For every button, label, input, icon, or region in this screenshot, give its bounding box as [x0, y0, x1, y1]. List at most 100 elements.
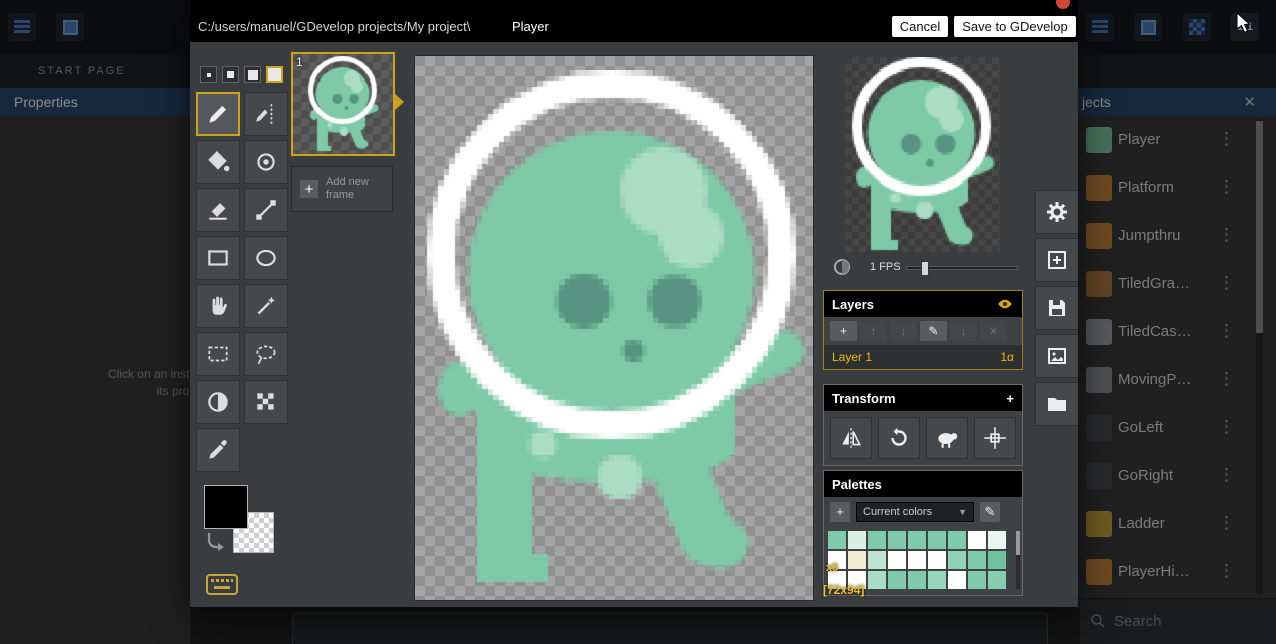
rotate-tool[interactable] [878, 417, 920, 459]
palette-swatch[interactable] [968, 551, 986, 569]
dialog-header: C:/users/manuel/GDevelop projects/My pro… [190, 12, 1078, 42]
move-layer-up-button[interactable]: ↑ [860, 321, 887, 341]
palette-swatch[interactable] [908, 551, 926, 569]
toggle-layer-visibility-icon[interactable] [996, 298, 1014, 310]
palette-swatch[interactable] [988, 531, 1006, 549]
palette-swatch[interactable] [948, 571, 966, 589]
palette-controls: + Current colors ▼ ✎ [824, 497, 1022, 527]
move-layer-down-button[interactable]: ↓ [890, 321, 917, 341]
rect-select-icon [205, 341, 231, 367]
colorswap-icon [253, 149, 279, 175]
circle-icon [253, 245, 279, 271]
palette-scrollbar-thumb[interactable] [1016, 531, 1020, 555]
clone-tool[interactable] [926, 417, 968, 459]
pen-tool[interactable] [196, 92, 240, 136]
layer-list-item[interactable]: Layer 1 1α [824, 345, 1022, 369]
stroke-icon [253, 197, 279, 223]
add-layer-button[interactable]: + [830, 321, 857, 341]
merge-layer-button[interactable]: ↓ [950, 321, 977, 341]
pen-size-selector [200, 66, 283, 83]
add-frame-label: Add new frame [326, 176, 384, 202]
pen-size-2-dot [227, 71, 234, 78]
drawing-canvas[interactable] [416, 70, 812, 587]
palette-swatch[interactable] [848, 551, 866, 569]
transform-expand-button[interactable]: + [1006, 391, 1014, 406]
palette-swatch[interactable] [868, 551, 886, 569]
palette-swatch[interactable] [988, 551, 1006, 569]
zoom-level-label: x5 [826, 562, 838, 574]
edit-palette-button[interactable]: ✎ [980, 502, 1000, 522]
resize-canvas-button[interactable] [1035, 238, 1078, 282]
pen-size-4-dot [268, 68, 281, 81]
create-palette-button[interactable]: + [830, 502, 850, 522]
palette-swatch[interactable] [968, 571, 986, 589]
save-icon-button[interactable] [1035, 286, 1078, 330]
floppy-icon [1045, 296, 1069, 320]
circle-tool[interactable] [244, 236, 288, 280]
palette-swatch[interactable] [888, 551, 906, 569]
rename-layer-button[interactable]: ✎ [920, 321, 947, 341]
pen-size-2[interactable] [222, 66, 239, 83]
lasso-select-tool[interactable] [244, 332, 288, 376]
palette-swatch[interactable] [928, 571, 946, 589]
palette-swatch[interactable] [868, 571, 886, 589]
flip-tool[interactable] [830, 417, 872, 459]
pen-size-4[interactable] [266, 66, 283, 83]
eraser-tool[interactable] [196, 188, 240, 232]
palettes-header: Palettes [824, 471, 1022, 497]
palette-scrollbar[interactable] [1016, 531, 1020, 589]
delete-layer-button[interactable]: × [980, 321, 1007, 341]
dialog-close-button[interactable] [1056, 0, 1070, 9]
palette-swatch[interactable] [908, 531, 926, 549]
gear-icon [1045, 200, 1069, 224]
palette-swatch[interactable] [988, 571, 1006, 589]
rect-select-tool[interactable] [196, 332, 240, 376]
palette-swatch[interactable] [828, 531, 846, 549]
fps-slider-thumb[interactable] [921, 261, 929, 276]
mirror-pen-tool[interactable] [244, 92, 288, 136]
lasso-icon [253, 341, 279, 367]
save-to-gdevelop-button[interactable]: Save to GDevelop [954, 16, 1076, 37]
swap-colors-arrow[interactable] [204, 531, 226, 553]
paint-bucket-tool[interactable] [196, 140, 240, 184]
palette-swatch[interactable] [888, 531, 906, 549]
cancel-button[interactable]: Cancel [892, 16, 948, 37]
rectangle-tool[interactable] [196, 236, 240, 280]
palette-swatch[interactable] [968, 531, 986, 549]
palette-swatch[interactable] [848, 531, 866, 549]
edited-object-name: Player [512, 19, 549, 34]
onion-skin-button[interactable] [833, 256, 855, 278]
palette-swatch[interactable] [928, 531, 946, 549]
palette-swatch[interactable] [948, 531, 966, 549]
palette-swatch[interactable] [948, 551, 966, 569]
keyboard-shortcuts-button[interactable] [206, 574, 238, 595]
shape-select-tool[interactable] [244, 284, 288, 328]
move-tool[interactable] [196, 284, 240, 328]
pen-size-1[interactable] [200, 66, 217, 83]
import-button[interactable] [1035, 382, 1078, 426]
fps-slider[interactable] [906, 266, 1018, 270]
pen-size-3[interactable] [244, 66, 261, 83]
settings-button[interactable] [1035, 190, 1078, 234]
export-image-button[interactable] [1035, 334, 1078, 378]
palette-swatch-grid [828, 531, 1008, 589]
color-selector [204, 485, 290, 571]
layers-header: Layers [824, 291, 1022, 317]
frame-thumbnail[interactable]: 1 [291, 52, 395, 156]
palette-swatch[interactable] [868, 531, 886, 549]
palette-swatch[interactable] [928, 551, 946, 569]
palette-swatch[interactable] [908, 571, 926, 589]
primary-color-swatch[interactable] [204, 485, 248, 529]
center-tool[interactable] [974, 417, 1016, 459]
palette-swatch[interactable] [888, 571, 906, 589]
drawing-canvas-area[interactable] [415, 56, 813, 600]
colorpicker-tool[interactable] [196, 428, 240, 472]
palette-select[interactable]: Current colors ▼ [856, 502, 974, 522]
frame-sprite-canvas [295, 56, 391, 152]
add-frame-button[interactable]: + Add new frame [291, 166, 393, 212]
file-path: C:/users/manuel/GDevelop projects/My pro… [198, 19, 470, 34]
stroke-tool[interactable] [244, 188, 288, 232]
dither-tool[interactable] [244, 380, 288, 424]
lighten-tool[interactable] [196, 380, 240, 424]
colorswap-tool[interactable] [244, 140, 288, 184]
